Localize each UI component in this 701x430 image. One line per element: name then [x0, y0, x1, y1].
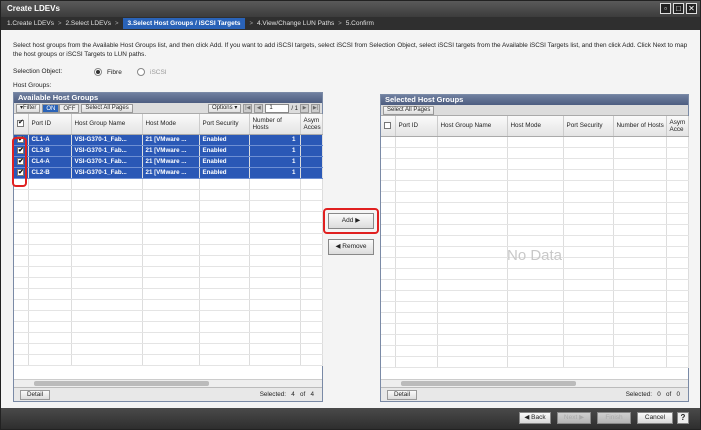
col-host-group-name[interactable]: Host Group Name — [71, 114, 143, 135]
available-host-groups-panel: Available Host Groups ▾Filter ON OFF Sel… — [13, 92, 323, 402]
filter-button[interactable]: ▾Filter — [16, 103, 41, 113]
col-port-security[interactable]: Port Security — [199, 114, 250, 135]
radio-unselected-icon — [137, 68, 145, 76]
selected-panel-title: Selected Host Groups — [381, 95, 688, 105]
window-controls: ▫ □ ✕ — [660, 3, 697, 14]
cancel-button[interactable]: Cancel — [637, 412, 673, 424]
col-port-id[interactable]: Port ID — [28, 114, 72, 135]
host-groups-label: Host Groups: — [13, 82, 52, 89]
step-arrow-icon: > — [115, 20, 119, 27]
selected-select-all-pages-button[interactable]: Select All Pages — [383, 105, 435, 115]
page-input[interactable]: 1 — [265, 104, 290, 113]
table-row[interactable]: CL4-A VSI-G370-1_Fab... 21 [VMware ... E… — [14, 156, 323, 168]
title-bar: Create LDEVs ▫ □ ✕ — [1, 1, 700, 17]
col-host-mode[interactable]: Host Mode — [142, 114, 200, 135]
col-number-of-hosts[interactable]: Number of Hosts — [249, 114, 301, 135]
col-asym-access[interactable]: Asym Acces — [300, 114, 323, 135]
table-header: Port ID Host Group Name Host Mode Port S… — [381, 116, 689, 137]
close-icon[interactable]: ✕ — [686, 3, 697, 14]
selection-object-label: Selection Object: — [13, 68, 63, 75]
selected-footer: Detail Selected: 0 of 0 — [381, 387, 688, 401]
maximize-icon[interactable]: □ — [673, 3, 684, 14]
radio-iscsi[interactable]: iSCSI — [137, 68, 167, 76]
table-row[interactable]: CL2-B VSI-G370-1_Fab... 21 [VMware ... E… — [14, 167, 323, 179]
dialog-footer: ◀ Back Next ▶ Finish Cancel ? — [1, 408, 700, 429]
selected-host-groups-panel: Selected Host Groups Select All Pages Po… — [380, 94, 689, 402]
step-arrow-icon: > — [249, 20, 253, 27]
table-row[interactable]: CL3-B VSI-G370-1_Fab... 21 [VMware ... E… — [14, 145, 323, 157]
step-select-ldevs: 2.Select LDEVs — [65, 20, 112, 27]
prev-page-icon[interactable]: ◀ — [254, 104, 264, 113]
step-select-host-groups: 3.Select Host Groups / iSCSI Targets — [122, 18, 246, 29]
selected-horizontal-scrollbar[interactable] — [381, 379, 688, 387]
help-icon[interactable]: ? — [677, 412, 689, 424]
col-asym-access[interactable]: Asym Acce — [666, 116, 689, 137]
wizard-steps: 1.Create LDEVs > 2.Select LDEVs > 3.Sele… — [1, 17, 700, 30]
restore-icon[interactable]: ▫ — [660, 3, 671, 14]
scrollbar-thumb[interactable] — [401, 381, 576, 386]
page-total: / 1 — [291, 105, 298, 112]
radio-fibre[interactable]: Fibre — [94, 68, 122, 76]
col-port-security[interactable]: Port Security — [563, 116, 614, 137]
instructions-text: Select host groups from the Available Ho… — [13, 42, 688, 58]
arrow-left-icon: ◀ — [335, 243, 341, 250]
available-table: Port ID Host Group Name Host Mode Port S… — [14, 114, 323, 179]
available-horizontal-scrollbar[interactable] — [14, 379, 322, 387]
add-button-highlight — [323, 208, 379, 234]
available-footer: Detail Selected: 4 of 4 — [14, 387, 322, 401]
radio-fibre-label: Fibre — [107, 68, 122, 76]
checkbox-checked-icon — [17, 119, 24, 128]
scrollbar-thumb[interactable] — [34, 381, 209, 386]
remove-button[interactable]: ◀ Remove — [328, 239, 374, 255]
options-button[interactable]: Options ▾ — [207, 104, 242, 113]
last-page-icon[interactable]: ▶| — [311, 104, 320, 113]
no-data-message: No Data — [506, 247, 563, 264]
select-all-checkbox[interactable] — [14, 114, 29, 135]
table-header: Port ID Host Group Name Host Mode Port S… — [14, 114, 323, 135]
radio-iscsi-label: iSCSI — [150, 68, 167, 76]
selected-table: Port ID Host Group Name Host Mode Port S… — [381, 116, 689, 368]
step-view-change-lun-paths: 4.View/Change LUN Paths — [256, 20, 335, 27]
available-detail-button[interactable]: Detail — [20, 390, 51, 400]
first-page-icon[interactable]: |◀ — [243, 104, 253, 113]
available-empty-rows — [14, 178, 323, 366]
arrow-left-icon: ◀ — [524, 414, 530, 421]
filter-toggle[interactable]: ON OFF — [42, 103, 80, 113]
selected-toolbar: Select All Pages — [381, 105, 688, 116]
next-page-icon[interactable]: ▶ — [300, 104, 309, 113]
col-number-of-hosts[interactable]: Number of Hosts — [613, 116, 667, 137]
selected-selected-count: Selected: 0 of 0 — [625, 391, 680, 398]
step-create-ldevs: 1.Create LDEVs — [7, 20, 54, 27]
step-arrow-icon: > — [338, 20, 342, 27]
back-button[interactable]: ◀ Back — [519, 412, 551, 424]
col-host-group-name[interactable]: Host Group Name — [437, 116, 508, 137]
available-panel-title: Available Host Groups — [14, 93, 322, 103]
table-row[interactable]: CL1-A VSI-G370-1_Fab... 21 [VMware ... E… — [14, 134, 323, 146]
dialog-content: Select host groups from the Available Ho… — [1, 30, 700, 408]
arrow-right-icon: ▶ — [579, 414, 585, 421]
select-all-pages-button[interactable]: Select All Pages — [81, 103, 133, 113]
finish-button[interactable]: Finish — [597, 412, 631, 424]
selected-detail-button[interactable]: Detail — [387, 390, 418, 400]
selected-select-all-checkbox[interactable] — [381, 116, 396, 137]
chevron-down-icon: ▾ — [234, 105, 238, 111]
filter-on[interactable]: ON — [42, 103, 60, 113]
filter-off[interactable]: OFF — [59, 103, 80, 113]
checkbox-highlight — [12, 137, 27, 187]
available-selected-count: Selected: 4 of 4 — [259, 391, 314, 398]
available-toolbar: ▾Filter ON OFF Select All Pages Options … — [14, 103, 322, 114]
col-host-mode[interactable]: Host Mode — [507, 116, 564, 137]
window-title: Create LDEVs — [7, 4, 60, 13]
step-arrow-icon: > — [57, 20, 62, 27]
checkbox-unchecked-icon — [384, 122, 391, 130]
create-ldevs-dialog: Create LDEVs ▫ □ ✕ 1.Create LDEVs > 2.Se… — [0, 0, 701, 430]
col-port-id[interactable]: Port ID — [395, 116, 438, 137]
step-confirm: 5.Confirm — [345, 20, 374, 27]
pager: Options ▾ |◀ ◀ 1 / 1 ▶ ▶| — [207, 104, 320, 113]
next-button[interactable]: Next ▶ — [557, 412, 591, 424]
radio-selected-icon — [94, 68, 102, 76]
